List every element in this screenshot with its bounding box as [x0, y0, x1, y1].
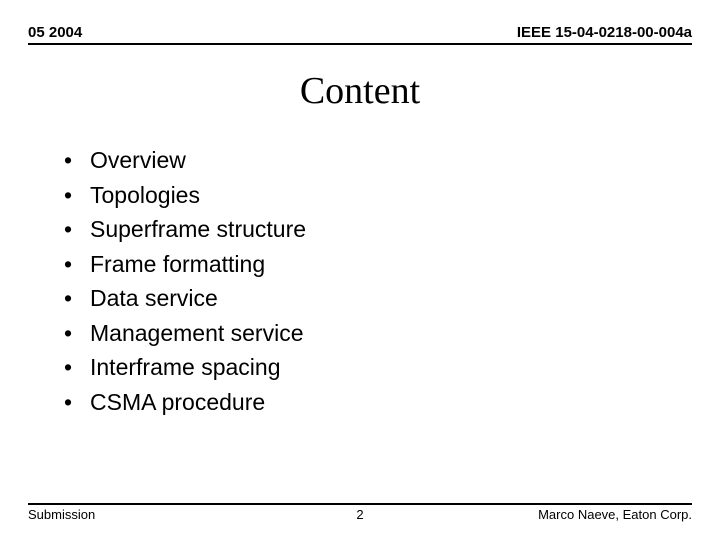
footer-page-number: 2: [356, 507, 363, 522]
header-date: 05 2004: [28, 24, 82, 41]
list-item-label: Interframe spacing: [90, 350, 280, 385]
list-item: •Superframe structure: [64, 212, 692, 247]
list-item: •Data service: [64, 281, 692, 316]
slide-footer: Submission 2 Marco Naeve, Eaton Corp.: [28, 503, 692, 522]
bullet-icon: •: [64, 247, 90, 282]
list-item: •Overview: [64, 143, 692, 178]
footer-author: Marco Naeve, Eaton Corp.: [538, 507, 692, 522]
header-docid: IEEE 15-04-0218-00-004a: [517, 24, 692, 41]
list-item-label: CSMA procedure: [90, 385, 265, 420]
slide: 05 2004 IEEE 15-04-0218-00-004a Content …: [0, 0, 720, 540]
footer-left: Submission: [28, 507, 95, 522]
slide-title: Content: [28, 69, 692, 113]
bullet-icon: •: [64, 178, 90, 213]
footer-row: Submission 2 Marco Naeve, Eaton Corp.: [28, 507, 692, 522]
list-item: •Topologies: [64, 178, 692, 213]
bullet-icon: •: [64, 143, 90, 178]
list-item: •Frame formatting: [64, 247, 692, 282]
list-item: •CSMA procedure: [64, 385, 692, 420]
bullet-icon: •: [64, 350, 90, 385]
bullet-icon: •: [64, 281, 90, 316]
list-item-label: Management service: [90, 316, 304, 351]
bullet-icon: •: [64, 385, 90, 420]
bullet-icon: •: [64, 316, 90, 351]
bullet-icon: •: [64, 212, 90, 247]
list-item-label: Data service: [90, 281, 218, 316]
list-item: •Interframe spacing: [64, 350, 692, 385]
content-list: •Overview •Topologies •Superframe struct…: [28, 143, 692, 419]
list-item-label: Overview: [90, 143, 186, 178]
list-item: •Management service: [64, 316, 692, 351]
list-item-label: Topologies: [90, 178, 200, 213]
footer-divider: [28, 503, 692, 505]
slide-header: 05 2004 IEEE 15-04-0218-00-004a: [28, 24, 692, 45]
list-item-label: Superframe structure: [90, 212, 306, 247]
list-item-label: Frame formatting: [90, 247, 265, 282]
